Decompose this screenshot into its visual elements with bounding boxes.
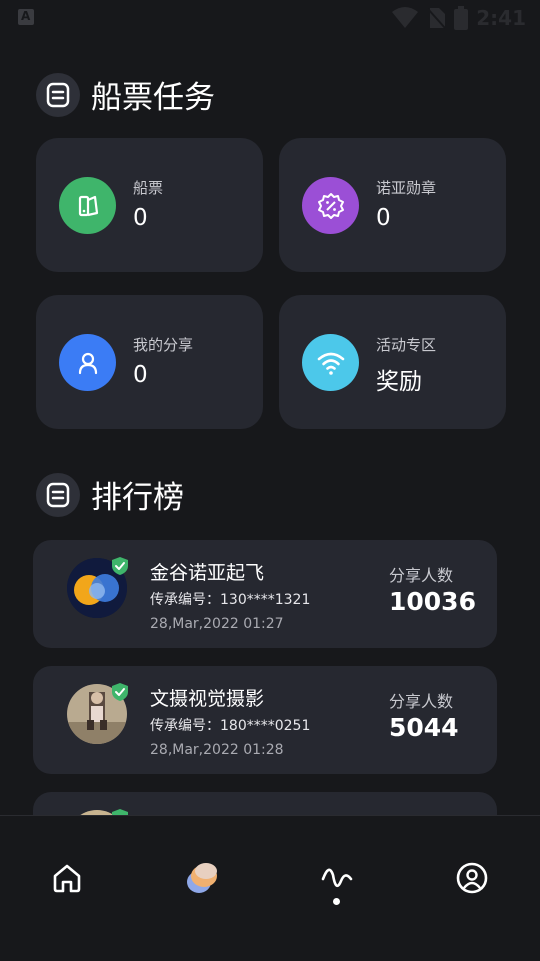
nav-home[interactable] (45, 856, 89, 900)
nav-planet[interactable] (180, 856, 224, 900)
tasks-header: 船票任务 (36, 72, 215, 117)
rank-code: 传承编号：180****0251 (150, 718, 311, 734)
wifi-icon (302, 334, 359, 391)
card-label: 船票 (133, 179, 164, 197)
rank-name: 金谷诺亚起飞 (150, 562, 265, 584)
notification-a-icon: A (18, 9, 34, 25)
active-indicator (333, 898, 340, 905)
badge-percent-icon (302, 177, 359, 234)
rank-title: 排行榜 (91, 480, 184, 516)
nav-activity[interactable] (315, 856, 359, 900)
share-count-label: 分享人数 (389, 692, 454, 711)
medal-card[interactable]: 诺亚勋章 0 (279, 138, 506, 272)
profile-icon (456, 862, 488, 894)
status-icons: 2:41 (392, 6, 526, 30)
share-count-value: 10036 (389, 587, 476, 616)
wifi-status-icon (392, 7, 419, 28)
planet-icon (187, 863, 217, 893)
rank-code: 传承编号：130****1321 (150, 592, 311, 608)
verified-icon (112, 683, 128, 701)
bottom-nav (0, 815, 540, 961)
user-icon (59, 334, 116, 391)
rank-header: 排行榜 (36, 472, 184, 517)
share-card[interactable]: 我的分享 0 (36, 295, 263, 429)
rank-row[interactable]: 金谷诺亚起飞 传承编号：130****1321 28,Mar,2022 01:2… (33, 540, 497, 648)
card-label: 我的分享 (133, 336, 194, 354)
card-label: 诺亚勋章 (376, 179, 437, 197)
verified-icon (112, 557, 128, 575)
activity-icon (321, 868, 353, 888)
activity-card[interactable]: 活动专区 奖励 (279, 295, 506, 429)
rank-date: 28,Mar,2022 01:28 (150, 742, 284, 758)
home-icon (53, 864, 81, 893)
share-count-value: 5044 (389, 713, 459, 742)
list-icon (36, 72, 80, 117)
card-value: 奖励 (376, 369, 422, 395)
list-icon (36, 472, 80, 517)
card-value: 0 (133, 205, 148, 231)
ticket-icon (59, 177, 116, 234)
battery-icon (454, 6, 469, 30)
nav-profile[interactable] (450, 856, 494, 900)
rank-row[interactable]: 文摄视觉摄影 传承编号：180****0251 28,Mar,2022 01:2… (33, 666, 497, 774)
rank-date: 28,Mar,2022 01:27 (150, 616, 284, 632)
card-label: 活动专区 (376, 336, 437, 354)
tasks-title: 船票任务 (91, 80, 215, 116)
rank-name: 文摄视觉摄影 (150, 688, 265, 710)
card-value: 0 (133, 362, 148, 388)
card-value: 0 (376, 205, 391, 231)
clock: 2:41 (476, 6, 526, 30)
no-sim-icon (427, 8, 446, 29)
ticket-card[interactable]: 船票 0 (36, 138, 263, 272)
status-bar: A 2:41 (0, 0, 540, 36)
share-count-label: 分享人数 (389, 566, 454, 585)
